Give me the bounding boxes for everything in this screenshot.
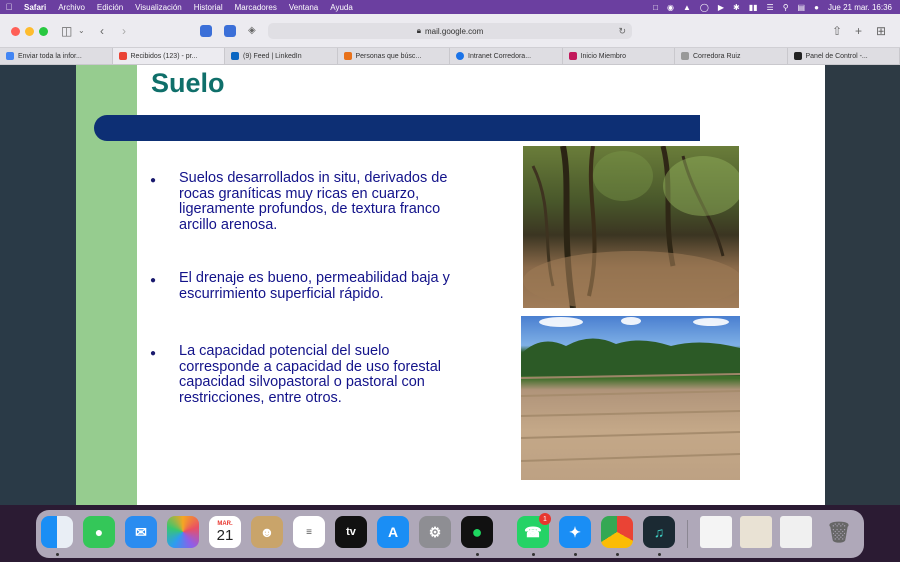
tab-enviar[interactable]: Enviar toda la infor... bbox=[0, 48, 113, 64]
running-indicator bbox=[616, 553, 619, 556]
tab-intranet[interactable]: Intranet Corredora... bbox=[450, 48, 563, 64]
tab-inicio-miembro[interactable]: Inicio Miembro bbox=[563, 48, 675, 64]
intranet-favicon-icon bbox=[456, 52, 464, 60]
zoom-window-button[interactable] bbox=[39, 27, 48, 36]
web-content: Suelo ● Suelos desarrollados in situ, de… bbox=[0, 65, 900, 505]
minimize-window-button[interactable] bbox=[25, 27, 34, 36]
share-status-icon[interactable]: ◯ bbox=[700, 3, 709, 12]
menu-historial[interactable]: Historial bbox=[188, 3, 229, 12]
siri-icon[interactable]: ● bbox=[814, 3, 819, 12]
reload-icon[interactable]: ↻ bbox=[618, 26, 626, 37]
back-button[interactable]: ‹ bbox=[100, 24, 104, 38]
extension-shield-icon-2[interactable] bbox=[224, 25, 236, 37]
bullet-text-1: Suelos desarrollados in situ, derivados … bbox=[179, 170, 448, 233]
safari-icon[interactable]: ✦ bbox=[559, 516, 591, 548]
slide-title-bar bbox=[94, 115, 700, 141]
bullet-text-3: La capacidad potencial del suelo corresp… bbox=[179, 343, 441, 406]
bluetooth-icon[interactable]: ✱ bbox=[733, 3, 740, 12]
recent-document-thumbnail[interactable] bbox=[700, 516, 732, 548]
mail-icon[interactable]: ✉ bbox=[125, 516, 157, 548]
running-indicator bbox=[532, 553, 535, 556]
app-icon[interactable]: ▲ bbox=[683, 3, 691, 12]
messages-icon[interactable]: ● bbox=[83, 516, 115, 548]
spotify-icon[interactable]: ● bbox=[461, 516, 493, 548]
reminders-icon[interactable]: ≡ bbox=[293, 516, 325, 548]
running-indicator bbox=[476, 553, 479, 556]
privacy-shield-icon[interactable]: ◈ bbox=[248, 24, 256, 38]
bullet-text-2: El drenaje es bueno, permeabilidad baja … bbox=[179, 270, 450, 302]
menu-visualizacion[interactable]: Visualización bbox=[129, 3, 188, 12]
presentation-slide: Suelo ● Suelos desarrollados in situ, de… bbox=[76, 65, 825, 505]
bullet-icon: ● bbox=[150, 348, 157, 359]
share-icon[interactable]: ⇧ bbox=[832, 24, 842, 38]
menu-ventana[interactable]: Ventana bbox=[283, 3, 324, 12]
google-favicon-icon bbox=[6, 52, 14, 60]
search-icon[interactable]: ⚲ bbox=[783, 3, 789, 12]
menubar-clock[interactable]: Jue 21 mar. 16:36 bbox=[828, 3, 892, 12]
tab-overview-icon[interactable]: ⊞ bbox=[876, 24, 886, 38]
browser-toolbar: ◫ ⌄ ‹ › ◈ 🔒︎ mail.google.com ↻ ⇧ + ⊞ bbox=[0, 14, 900, 48]
corredora-favicon-icon bbox=[681, 52, 689, 60]
finder-icon[interactable] bbox=[41, 516, 73, 548]
gmail-right-panel-background bbox=[825, 65, 900, 505]
bullet-icon: ● bbox=[150, 275, 157, 286]
record-icon[interactable]: ◉ bbox=[667, 3, 674, 12]
bullet-icon: ● bbox=[150, 175, 157, 186]
apple-tv-icon[interactable]: tv bbox=[335, 516, 367, 548]
apple-icon[interactable]:  bbox=[0, 2, 18, 12]
calendar-day: 21 bbox=[216, 526, 234, 544]
address-bar[interactable]: 🔒︎ mail.google.com ↻ bbox=[268, 23, 632, 39]
address-bar-url: mail.google.com bbox=[425, 26, 484, 36]
sidebar-icon[interactable]: ◫ bbox=[61, 24, 72, 38]
linkedin-favicon-icon bbox=[231, 52, 239, 60]
site-favicon-icon bbox=[343, 52, 352, 60]
play-icon[interactable]: ▶ bbox=[718, 3, 724, 12]
menu-marcadores[interactable]: Marcadores bbox=[229, 3, 283, 12]
tab-gmail[interactable]: Recibidos (123) - pr... bbox=[112, 48, 225, 64]
recent-document-thumbnail-2[interactable] bbox=[740, 516, 772, 548]
trash-icon[interactable]: 🗑︎ bbox=[823, 516, 855, 548]
system-settings-icon[interactable]: ⚙ bbox=[419, 516, 451, 548]
gmail-favicon-icon bbox=[118, 52, 127, 60]
running-indicator bbox=[56, 553, 59, 556]
menu-edicion[interactable]: Edición bbox=[91, 3, 129, 12]
tab-panel-control[interactable]: Panel de Control -... bbox=[788, 48, 900, 64]
forward-button[interactable]: › bbox=[122, 24, 126, 38]
screen-icon[interactable]: □ bbox=[653, 3, 658, 12]
forest-soil-photo bbox=[523, 146, 739, 308]
tab-corredora-ruiz[interactable]: Corredora Ruiz bbox=[675, 48, 788, 64]
app-store-icon[interactable]: A bbox=[377, 516, 409, 548]
battery-icon[interactable]: ▮▮ bbox=[749, 3, 758, 12]
contacts-icon[interactable]: ☻ bbox=[251, 516, 283, 548]
wifi-icon[interactable]: ☰ bbox=[767, 3, 774, 12]
menu-bar:  Safari Archivo Edición Visualización H… bbox=[0, 0, 900, 14]
plowed-field-photo bbox=[521, 316, 740, 480]
recent-document-thumbnail-3[interactable] bbox=[780, 516, 812, 548]
tab-personas[interactable]: Personas que búsc... bbox=[338, 48, 450, 64]
chevron-down-icon[interactable]: ⌄ bbox=[78, 24, 85, 38]
menu-ayuda[interactable]: Ayuda bbox=[324, 3, 359, 12]
photos-icon[interactable] bbox=[167, 516, 199, 548]
running-indicator bbox=[574, 553, 577, 556]
calendar-icon[interactable]: MAR. 21 bbox=[209, 516, 241, 548]
audio-app-icon[interactable]: ♫ bbox=[643, 516, 675, 548]
control-center-icon[interactable]: ▤ bbox=[798, 3, 806, 12]
chrome-icon[interactable] bbox=[601, 516, 633, 548]
tab-linkedin[interactable]: (9) Feed | LinkedIn bbox=[225, 48, 338, 64]
member-favicon-icon bbox=[568, 52, 577, 60]
dock-separator bbox=[687, 520, 688, 548]
slide-title: Suelo bbox=[151, 68, 225, 98]
tab-bar: Enviar toda la infor... Recibidos (123) … bbox=[0, 48, 900, 65]
running-indicator bbox=[658, 553, 661, 556]
menu-archivo[interactable]: Archivo bbox=[52, 3, 91, 12]
new-tab-button[interactable]: + bbox=[855, 24, 862, 38]
panel-favicon-icon bbox=[793, 52, 802, 60]
gmail-sidebar-background bbox=[0, 65, 76, 505]
extension-shield-icon[interactable] bbox=[200, 25, 212, 37]
dock: ● ✉ MAR. 21 ☻ ≡ tv A ⚙ ● ☎ 1 ✦ ♫ 🗑︎ bbox=[36, 510, 864, 558]
close-window-button[interactable] bbox=[11, 27, 20, 36]
menu-safari[interactable]: Safari bbox=[18, 3, 52, 12]
lock-icon: 🔒︎ bbox=[416, 26, 421, 35]
whatsapp-badge: 1 bbox=[539, 513, 551, 525]
